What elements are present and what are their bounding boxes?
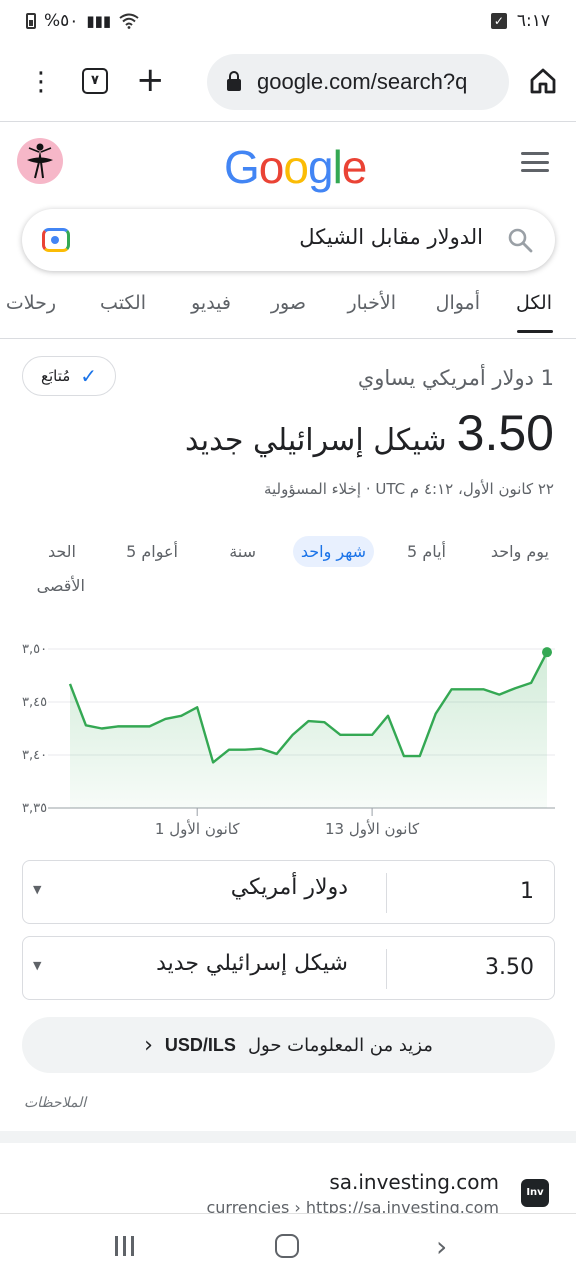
browser-toolbar: ⋮ ٧ + google.com/search?q — [0, 50, 576, 114]
converter-divider — [386, 949, 387, 989]
currency-pair: USD/ILS — [164, 1034, 236, 1055]
status-bar: %٥٠ ▮▮▮ ✓ ٦:١٧ — [0, 0, 576, 42]
to-currency-select[interactable]: شيكل إسرائيلي جديد — [156, 951, 348, 976]
tab-finance[interactable]: أموال — [436, 292, 480, 314]
google-lens-icon[interactable] — [42, 228, 70, 252]
range-1y[interactable]: سنة — [229, 542, 256, 561]
more-info-label: مزيد من المعلومات حول — [247, 1034, 433, 1056]
rate-unit: شيكل إسرائيلي جديد — [185, 423, 447, 458]
conversion-label: 1 دولار أمريكي يساوي — [357, 366, 554, 390]
more-info-button[interactable]: مزيد من المعلومات حول USD/ILS ‹ — [22, 1017, 555, 1073]
follow-label: مُتابَع — [40, 367, 71, 385]
back-icon[interactable]: › — [436, 1230, 447, 1263]
lock-icon — [227, 71, 241, 91]
google-logo[interactable]: Google — [224, 140, 367, 194]
tab-images[interactable]: صور — [271, 292, 306, 314]
notification-check-icon: ✓ — [490, 13, 507, 29]
feedback-link[interactable]: الملاحظات — [24, 1095, 86, 1111]
tab-news[interactable]: الأخبار — [347, 292, 396, 314]
chart-y-tick: ٣,٤٠ — [22, 748, 47, 763]
chart-x-tick: 13 كانون الأول — [325, 819, 420, 838]
signal-icon: ▮▮▮ — [86, 12, 112, 30]
clock: ٦:١٧ — [516, 11, 550, 31]
exchange-rate: 3.50 شيكل إسرائيلي جديد — [185, 404, 554, 462]
recent-apps-icon[interactable] — [115, 1236, 134, 1256]
range-1d[interactable]: يوم واحد — [491, 542, 549, 561]
chart-y-tick: ٣,٤٥ — [22, 695, 47, 710]
chart-last-point — [542, 647, 552, 658]
tab-switcher-button[interactable]: ٧ — [82, 68, 108, 94]
status-left: %٥٠ ▮▮▮ — [26, 11, 139, 31]
dropdown-caret-icon: ▼ — [33, 883, 42, 896]
hamburger-menu-icon[interactable] — [521, 152, 549, 172]
chart-area-fill — [70, 652, 547, 808]
result-site-name[interactable]: sa.investing.com — [329, 1170, 499, 1194]
search-icon[interactable] — [507, 227, 533, 253]
active-tab-indicator — [517, 330, 553, 333]
exchange-rate-chart[interactable]: ٣,٥٠ ٣,٤٥ ٣,٤٠ ٣,٣٥ 1 كانون الأول 13 كانون ال… — [0, 630, 576, 845]
timestamp-disclaimer[interactable]: ٢٢ كانون الأول، ٤:١٢ م UTC · إخلاء المسؤ… — [264, 480, 554, 498]
search-tabs: الكل أموال الأخبار صور فيديو الكتب رحلات — [0, 290, 576, 334]
to-currency-row[interactable]: 3.50 شيكل إسرائيلي جديد ▼ — [22, 936, 555, 1000]
ballerina-icon — [27, 143, 53, 179]
range-5d[interactable]: 5 أيام — [407, 542, 446, 561]
status-right: ✓ ٦:١٧ — [490, 11, 550, 31]
section-separator — [0, 1131, 576, 1143]
tabs-divider — [0, 338, 576, 339]
checkmark-icon: ✓ — [80, 364, 98, 388]
more-menu-icon[interactable]: ⋮ — [28, 68, 54, 96]
tab-all[interactable]: الكل — [516, 292, 552, 314]
new-tab-icon[interactable]: + — [136, 62, 165, 98]
address-bar[interactable]: google.com/search?q — [207, 54, 509, 110]
battery-icon — [26, 13, 36, 29]
chart-y-tick: ٣,٣٥ — [22, 801, 47, 816]
tab-videos[interactable]: فيديو — [191, 292, 231, 314]
chart-x-tick: 1 كانون الأول — [155, 819, 240, 838]
from-amount-input[interactable]: 1 — [520, 879, 534, 904]
investing-favicon-icon[interactable]: Inv — [521, 1179, 549, 1207]
range-5y[interactable]: 5 أعوام — [126, 542, 178, 561]
range-max-line2[interactable]: الأقصى — [37, 576, 85, 595]
rate-value: 3.50 — [456, 405, 554, 461]
wifi-icon — [119, 13, 139, 29]
tab-books[interactable]: الكتب — [100, 292, 146, 314]
range-1m[interactable]: شهر واحد — [292, 536, 374, 567]
search-box[interactable]: الدولار مقابل الشيكل — [22, 209, 555, 271]
range-max[interactable]: الحد — [48, 542, 76, 561]
search-input[interactable]: الدولار مقابل الشيكل — [299, 225, 483, 249]
battery-level: %٥٠ — [44, 11, 79, 31]
home-icon[interactable] — [528, 66, 558, 96]
result-url[interactable]: currencies › https://sa.investing.com — [206, 1198, 499, 1214]
from-currency-select[interactable]: دولار أمريكي — [231, 875, 348, 900]
follow-button[interactable]: مُتابَع ✓ — [22, 356, 116, 396]
system-nav-bar: › — [0, 1213, 576, 1280]
account-avatar[interactable] — [17, 138, 63, 184]
from-currency-row[interactable]: 1 دولار أمريكي ▼ — [22, 860, 555, 924]
url-text: google.com/search?q — [257, 69, 468, 94]
converter-divider — [386, 873, 387, 913]
chevron-left-icon: ‹ — [144, 1032, 153, 1058]
toolbar-divider — [0, 121, 576, 122]
to-amount-input[interactable]: 3.50 — [485, 955, 534, 980]
home-button-icon[interactable] — [275, 1234, 299, 1258]
tab-flights[interactable]: رحلات — [6, 292, 56, 314]
chart-y-tick: ٣,٥٠ — [22, 642, 47, 657]
dropdown-caret-icon: ▼ — [33, 959, 42, 972]
